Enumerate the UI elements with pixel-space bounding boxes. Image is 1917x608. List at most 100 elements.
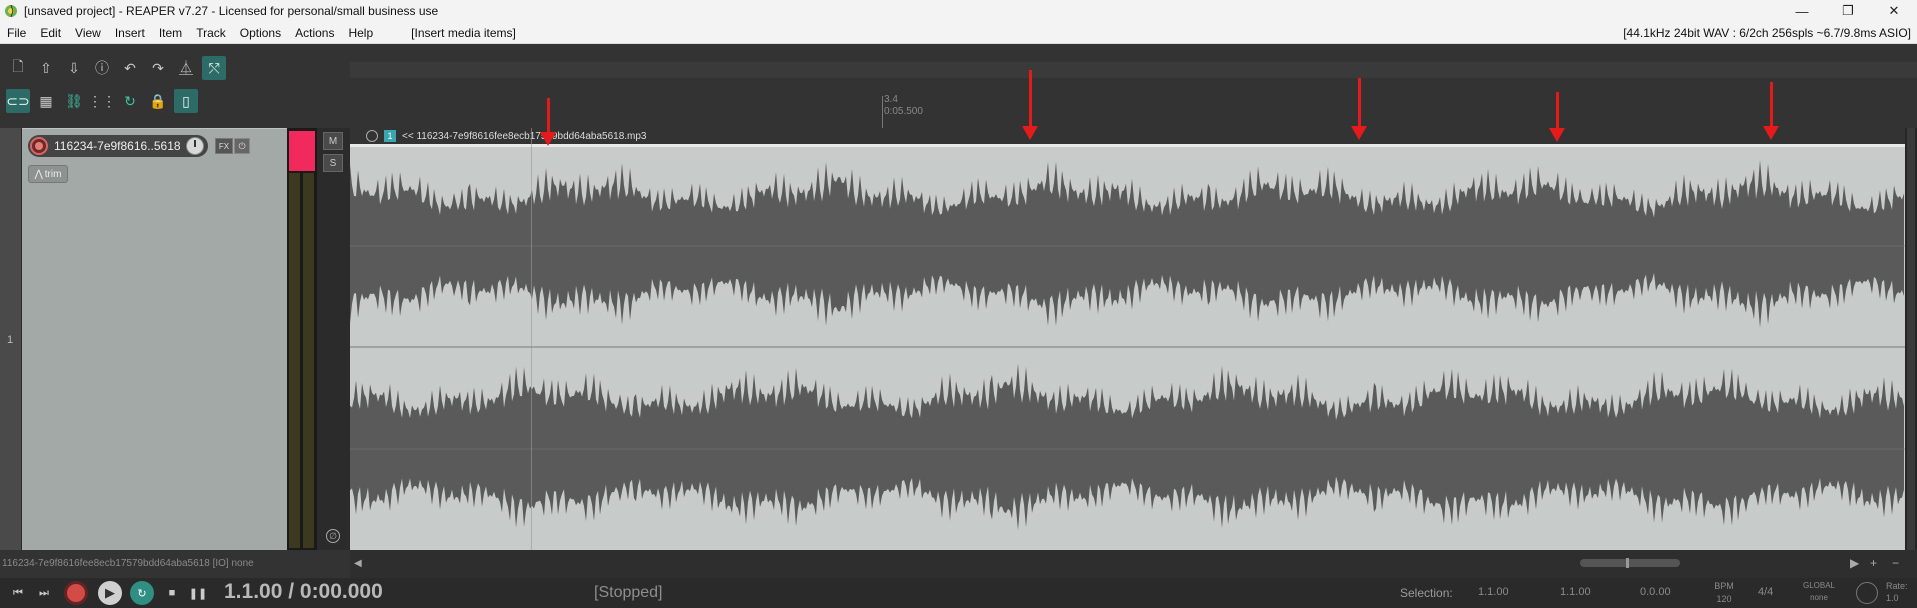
ripple-edit-icon[interactable]: ⤲ [202,56,226,80]
mute-button[interactable]: M [323,132,343,150]
fx-button[interactable]: FX [215,138,233,154]
selection-start[interactable]: 1.1.00 [1478,586,1509,598]
edit-cursor [531,128,532,550]
media-item[interactable]: 1 << 116234-7e9f8616fee8ecb17579bdd64aba… [350,128,1905,550]
title-bar: [unsaved project] - REAPER v7.27 - Licen… [0,0,1917,22]
meter-right-channel [303,173,314,548]
zoom-in-icon[interactable]: + [1870,556,1877,570]
record-arm-button[interactable] [30,137,48,155]
meter-clip-indicator[interactable] [289,131,315,171]
region-marker-lane[interactable] [350,62,1917,78]
scroll-right-icon[interactable]: ▶ [1850,556,1859,570]
vertical-scrollbar[interactable] [1905,128,1917,550]
bpm-label: BPM [1714,581,1734,591]
timeline-ruler[interactable]: 3.4 0:05.500 [350,44,1917,130]
transport-bar: ⏮ ⏭ ▶ ↻ ■ ❚❚ 1.1.00 / 0:00.000 [Stopped]… [0,578,1917,608]
rate-value: 1.0 [1886,593,1899,603]
edit-mode-indicator: [Insert media items] [411,25,516,40]
global-label: GLOBAL [1802,581,1835,590]
snap-icon[interactable]: ⋮⋮ [88,89,116,113]
solo-button[interactable]: S [323,154,343,172]
selection-length[interactable]: 0.0.00 [1640,586,1671,598]
grouping-icon[interactable]: ⊂⊃ [6,89,30,113]
menu-help[interactable]: Help [341,26,380,40]
ruler-bar-label: 3.4 [884,94,898,105]
selection-end[interactable]: 1.1.00 [1560,586,1591,598]
undo-icon[interactable]: ↶ [118,56,142,80]
menu-item[interactable]: Item [152,26,189,40]
media-item-header[interactable]: 1 << 116234-7e9f8616fee8ecb17579bdd64aba… [350,128,1905,144]
envelope-icon[interactable]: ▯ [174,89,198,113]
horizontal-scroll-thumb[interactable] [1580,558,1680,568]
menu-actions[interactable]: Actions [288,26,341,40]
menu-edit[interactable]: Edit [33,26,68,40]
track-number-column[interactable]: 1 [0,128,22,550]
maximize-button[interactable]: ❐ [1825,0,1871,22]
pause-button[interactable]: ❚❚ [186,581,210,605]
playrate-readout: Rate: 1.0 [1886,580,1908,604]
redo-icon[interactable]: ↷ [146,56,170,80]
envelope-trim-button[interactable]: ⋀ trim [28,165,68,183]
audio-device-status[interactable]: [44.1kHz 24bit WAV : 6/2ch 256spls ~6.7/… [1623,26,1917,40]
annotation-arrow [1549,92,1565,142]
open-project-icon[interactable]: ⇧ [34,56,58,80]
tempo-box[interactable]: BPM 120 [1702,578,1746,608]
volume-knob[interactable] [186,137,204,155]
play-state: [Stopped] [594,584,663,601]
item-lock-icon[interactable] [366,130,378,142]
item-grouping-icon[interactable]: ⛓ [62,89,86,113]
minimize-button[interactable]: — [1779,0,1825,22]
global-value: none [1810,593,1828,602]
metronome-icon[interactable]: ⏅ [174,56,198,80]
trim-label: trim [44,168,62,180]
project-settings-icon[interactable]: ⓘ [90,56,114,80]
play-button[interactable]: ▶ [98,581,122,605]
track-name-box[interactable]: 116234-7e9f8616..5618 [28,135,208,157]
zoom-out-icon[interactable]: − [1892,556,1899,570]
record-button[interactable] [64,581,88,605]
lock-icon[interactable]: 🔒 [146,89,170,113]
annotation-arrow [1763,82,1779,140]
stop-button[interactable]: ■ [160,581,184,605]
ruler-marker-line [882,96,883,130]
zoom-center-handle[interactable] [1626,558,1629,568]
close-button[interactable]: ✕ [1871,0,1917,22]
horizontal-scroll-area[interactable]: ◀ ▶ + − [350,550,1917,578]
vertical-scroll-thumb[interactable] [1907,128,1915,550]
fx-bypass-button[interactable]: ⏻ [234,138,250,154]
reaper-window: [unsaved project] - REAPER v7.27 - Licen… [0,0,1917,608]
grid-icon[interactable]: ▦ [34,89,58,113]
bpm-value: 120 [1716,594,1732,604]
loop-toggle-icon[interactable]: ↻ [130,581,154,605]
go-to-end-icon[interactable]: ⏭ [32,581,56,605]
main-toolbar: 🗋 ⇧ ⇩ ⓘ ↶ ↷ ⏅ ⤲ ⊂⊃ ▦ ⛓ ⋮⋮ ↻ 🔒 ▯ [0,44,350,120]
scroll-left-icon[interactable]: ◀ [354,558,362,569]
track-control-panel[interactable]: 116234-7e9f8616..5618 FX ⏻ ⋀ trim [22,128,287,550]
menu-view[interactable]: View [68,26,108,40]
time-display[interactable]: 1.1.00 / 0:00.000 [224,580,383,604]
audio-waveform[interactable] [350,144,1905,550]
global-automation-override[interactable]: GLOBAL none [1793,578,1845,608]
menu-track[interactable]: Track [189,26,233,40]
menu-file[interactable]: File [0,26,33,40]
track-name[interactable]: 116234-7e9f8616..5618 [54,139,184,153]
time-signature[interactable]: 4/4 [1758,586,1773,598]
menu-bar: File Edit View Insert Item Track Options… [0,22,1917,44]
ruler-time-label: 0:05.500 [884,106,923,117]
menu-options[interactable]: Options [233,26,288,40]
take-name: << 116234-7e9f8616fee8ecb17579bdd64aba56… [402,130,647,142]
track-meter[interactable] [287,128,317,550]
new-project-icon[interactable]: 🗋 [6,56,30,80]
reaper-logo-icon [5,4,17,18]
phase-invert-button[interactable]: ∅ [326,529,340,543]
window-title: [unsaved project] - REAPER v7.27 - Licen… [24,4,439,18]
save-project-icon[interactable]: ⇩ [62,56,86,80]
ruler-marker-label: 3.4 0:05.500 [884,94,923,118]
loop-points-icon[interactable]: ↻ [118,89,142,113]
menu-insert[interactable]: Insert [108,26,152,40]
annotation-arrow [1351,78,1367,140]
go-to-start-icon[interactable]: ⏮ [6,581,30,605]
playrate-knob[interactable] [1856,582,1878,604]
take-number-badge: 1 [384,130,396,142]
mute-solo-column: M S ∅ [317,128,350,550]
